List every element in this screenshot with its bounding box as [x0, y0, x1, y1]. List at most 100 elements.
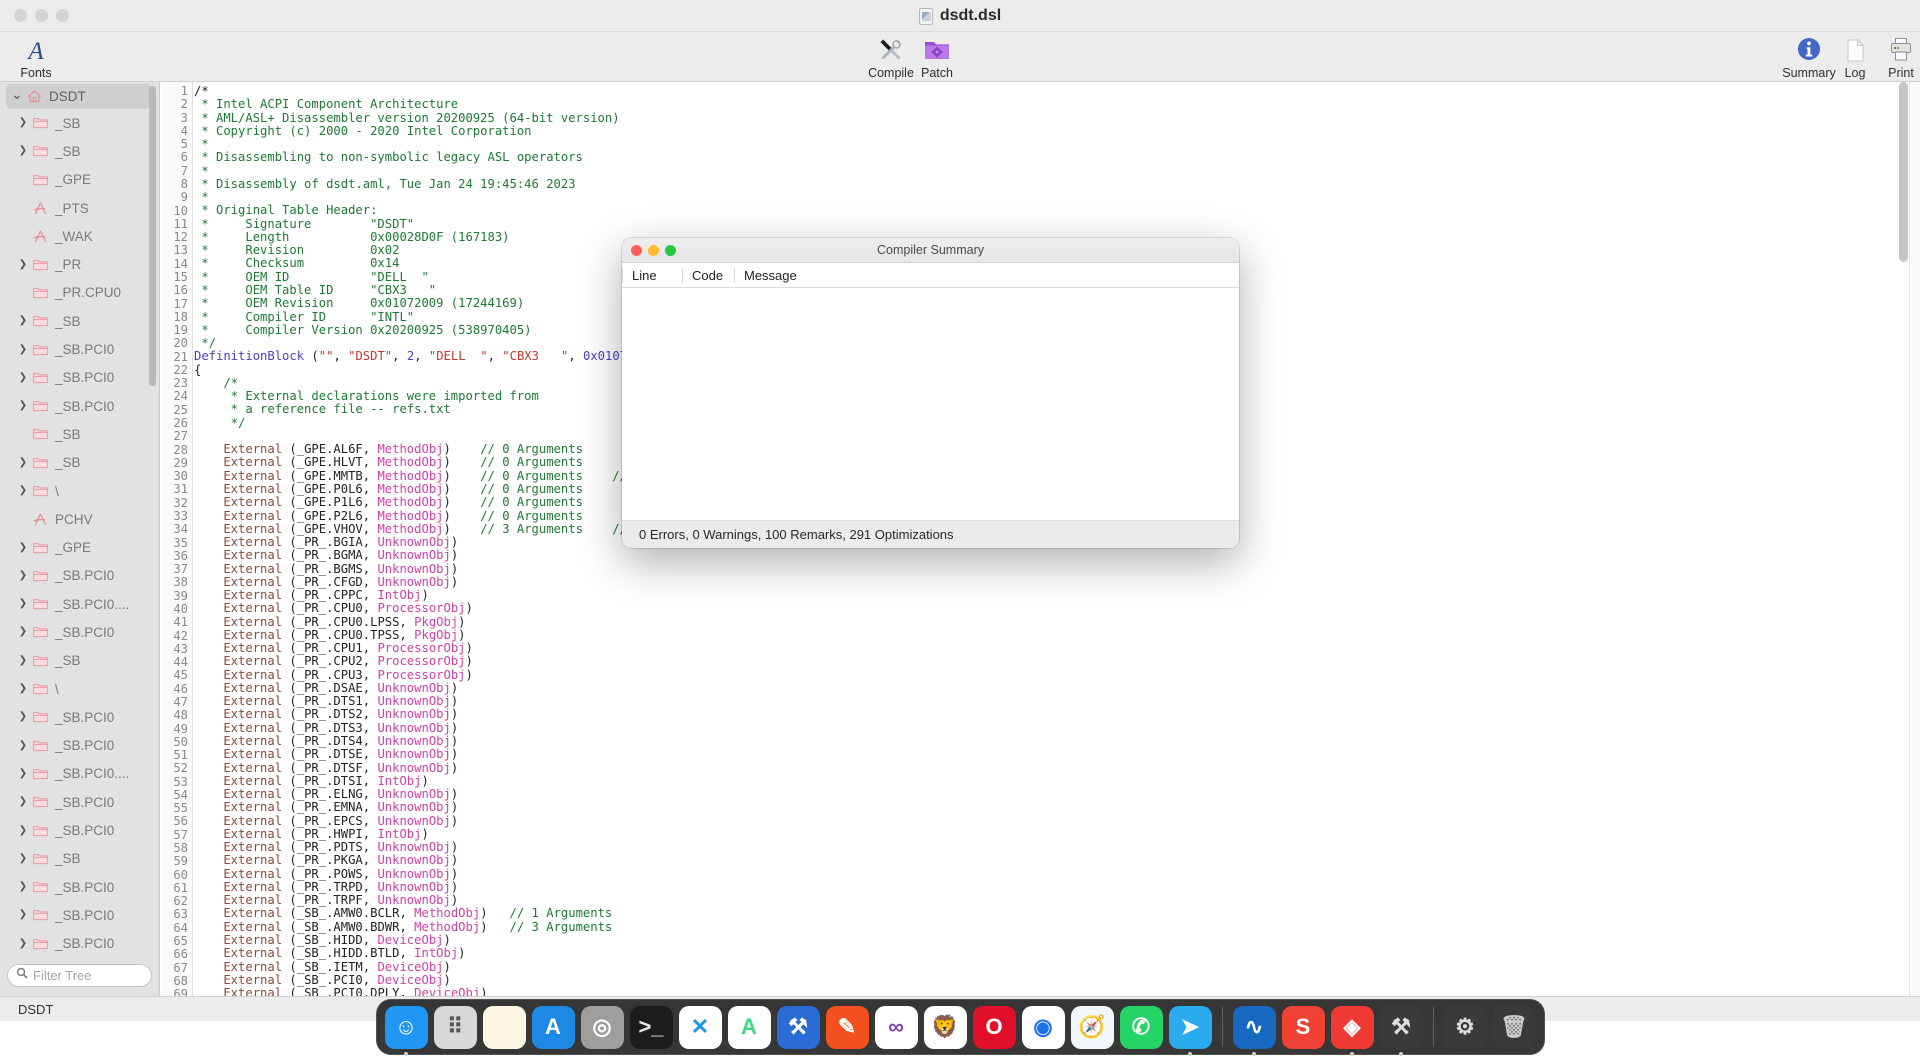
dock-item-safari[interactable]: 🧭: [1070, 1005, 1114, 1049]
chevron-right-icon[interactable]: ❯: [16, 938, 30, 949]
line-number: 31: [173, 482, 188, 497]
dock-item-app-store[interactable]: A: [531, 1005, 575, 1049]
tree-item--sb[interactable]: ❯ _SB: [0, 449, 159, 477]
line-number: 25: [173, 402, 188, 417]
dock-item-chrome[interactable]: ◉: [1021, 1005, 1065, 1049]
dock-item-trash[interactable]: 🗑: [1492, 1005, 1536, 1049]
dock-item-hackintool[interactable]: ⚙: [1443, 1005, 1487, 1049]
dock-item-whatsapp[interactable]: ✆: [1119, 1005, 1163, 1049]
chevron-right-icon[interactable]: ❯: [16, 316, 30, 326]
tree-item--sb[interactable]: ❯ _SB: [0, 845, 159, 873]
chevron-right-icon[interactable]: ❯: [16, 882, 30, 892]
dock-item-terminal[interactable]: >_: [629, 1005, 673, 1049]
chevron-right-icon[interactable]: ❯: [16, 542, 30, 553]
chevron-right-icon[interactable]: ❯: [16, 401, 30, 411]
acpi-tree[interactable]: ⌄ DSDT ❯ _SB ❯ _SB _GPE _PTS _WAK ❯ _PR _PR.CPU…: [0, 82, 159, 954]
chevron-right-icon[interactable]: ❯: [16, 118, 30, 128]
tree-item--sb[interactable]: _SB: [0, 420, 159, 448]
tree-item--pr[interactable]: ❯ _PR: [0, 250, 159, 278]
chevron-right-icon[interactable]: ❯: [16, 570, 30, 581]
tree-item-pchv[interactable]: PCHV: [0, 505, 159, 533]
tree-item--gpe[interactable]: _GPE: [0, 166, 159, 194]
chevron-right-icon[interactable]: ❯: [16, 627, 30, 637]
column-header-line[interactable]: Line: [622, 267, 682, 283]
chevron-right-icon[interactable]: ❯: [16, 372, 30, 383]
dock-item-visual-studio[interactable]: ∞: [874, 1005, 918, 1049]
tree-item--sb-pci0-[interactable]: ❯ _SB.PCI0....: [0, 590, 159, 618]
filter-tree-box[interactable]: [7, 963, 152, 987]
chevron-right-icon[interactable]: ❯: [16, 825, 30, 836]
tree-item--[interactable]: ❯ \: [0, 477, 159, 505]
tree-item-dsdt[interactable]: ⌄ DSDT: [6, 84, 151, 109]
tree-item--wak[interactable]: _WAK: [0, 222, 159, 250]
tree-item--sb[interactable]: ❯ _SB: [0, 137, 159, 165]
dock-item-vs-code[interactable]: ✕: [678, 1005, 722, 1049]
chevron-right-icon[interactable]: ❯: [16, 712, 30, 722]
tree-item--sb-pci0[interactable]: ❯ _SB.PCI0: [0, 816, 159, 844]
dock-item-intel-power-gadget[interactable]: ∿: [1232, 1005, 1276, 1056]
dock-item-maciasl[interactable]: ⚒: [1379, 1005, 1423, 1056]
chevron-down-icon[interactable]: ⌄: [10, 87, 24, 101]
chevron-right-icon[interactable]: ❯: [16, 768, 30, 779]
tree-item--sb-pci0[interactable]: ❯ _SB.PCI0: [0, 732, 159, 760]
dock-item-android-studio[interactable]: A: [727, 1005, 771, 1049]
chevron-right-icon[interactable]: ❯: [16, 146, 30, 156]
dock-item-maccy[interactable]: ✎: [825, 1005, 869, 1049]
dialog-close-button[interactable]: [631, 244, 642, 256]
tree-item--sb-pci0[interactable]: ❯ _SB.PCI0: [0, 873, 159, 901]
tree-item--sb[interactable]: ❯ _SB: [0, 647, 159, 675]
chevron-right-icon[interactable]: ❯: [16, 740, 30, 751]
column-header-code[interactable]: Code: [682, 267, 734, 283]
chevron-right-icon[interactable]: ❯: [16, 910, 30, 920]
chevron-right-icon[interactable]: ❯: [16, 344, 30, 355]
dock-item-sublime-text[interactable]: S: [1281, 1005, 1325, 1049]
fonts-button[interactable]: A Fonts: [2, 35, 70, 80]
tree-item--sb-pci0[interactable]: ❯ _SB.PCI0: [0, 703, 159, 731]
editor-vertical-scrollbar[interactable]: [1899, 82, 1908, 262]
tree-item--pts[interactable]: _PTS: [0, 194, 159, 222]
print-button[interactable]: Print: [1867, 35, 1920, 80]
chevron-right-icon[interactable]: ❯: [16, 684, 30, 694]
tree-item--sb[interactable]: ❯ _SB: [0, 109, 159, 137]
tree-item--pr-cpu0[interactable]: _PR.CPU0: [0, 279, 159, 307]
tree-item--sb-pci0-[interactable]: ❯ _SB.PCI0....: [0, 760, 159, 788]
chevron-right-icon[interactable]: ❯: [16, 599, 30, 609]
dock-item-telegram[interactable]: ➤: [1168, 1005, 1212, 1056]
chevron-right-icon[interactable]: ❯: [16, 797, 30, 807]
dialog-traffic-lights[interactable]: [631, 244, 676, 256]
dock-item-opera[interactable]: O: [972, 1005, 1016, 1049]
dock-item-anydesk[interactable]: ◈: [1330, 1005, 1374, 1056]
dock-item-finder[interactable]: ☺: [384, 1005, 428, 1056]
tree-item--[interactable]: ❯ \: [0, 675, 159, 703]
tree-item--sb-pci0[interactable]: ❯ _SB.PCI0: [0, 618, 159, 646]
tree-item--sb-pci0[interactable]: ❯ _SB.PCI0: [0, 364, 159, 392]
tree-item--sb-pci0[interactable]: ❯ _SB.PCI0: [0, 901, 159, 929]
code-token: External: [194, 521, 290, 536]
tree-item--gpe[interactable]: ❯ _GPE: [0, 533, 159, 561]
chevron-right-icon[interactable]: ❯: [16, 655, 30, 666]
dock[interactable]: ☺ ⠿ A ◎ >_ ✕ A ⚒ ✎ ∞ 🦁 O ◉ 🧭 ✆ ➤ ∿ S ◈ ⚒ ⚙ 🗑: [375, 999, 1545, 1056]
chevron-right-icon[interactable]: ❯: [16, 259, 30, 270]
tree-item--sb-pci0[interactable]: ❯ _SB.PCI0: [0, 788, 159, 816]
tree-item--sb-pci0[interactable]: ❯ _SB.PCI0: [0, 392, 159, 420]
dock-item-notes[interactable]: [482, 1005, 526, 1049]
sidebar-scrollbar[interactable]: [149, 86, 156, 386]
filter-tree-input[interactable]: [33, 967, 143, 983]
compiler-summary-dialog[interactable]: Compiler Summary Line Code Message 0 Err…: [622, 238, 1239, 548]
dock-item-brave[interactable]: 🦁: [923, 1005, 967, 1049]
chevron-right-icon[interactable]: ❯: [16, 853, 30, 864]
tree-item--sb-pci0[interactable]: ❯ _SB.PCI0: [0, 930, 159, 954]
dock-item-xcode[interactable]: ⚒: [776, 1005, 820, 1049]
chevron-right-icon[interactable]: ❯: [16, 486, 30, 496]
dock-item-launchpad[interactable]: ⠿: [433, 1005, 477, 1049]
dock-item-system-settings[interactable]: ◎: [580, 1005, 624, 1049]
chevron-right-icon[interactable]: ❯: [16, 457, 30, 468]
column-header-message[interactable]: Message: [734, 267, 1239, 283]
dialog-table-body[interactable]: [622, 288, 1239, 520]
dialog-zoom-button[interactable]: [665, 244, 676, 256]
tree-item--sb[interactable]: ❯ _SB: [0, 307, 159, 335]
patch-button[interactable]: Patch: [903, 35, 971, 80]
tree-item--sb-pci0[interactable]: ❯ _SB.PCI0: [0, 335, 159, 363]
tree-item--sb-pci0[interactable]: ❯ _SB.PCI0: [0, 562, 159, 590]
dialog-minimize-button[interactable]: [648, 244, 659, 256]
